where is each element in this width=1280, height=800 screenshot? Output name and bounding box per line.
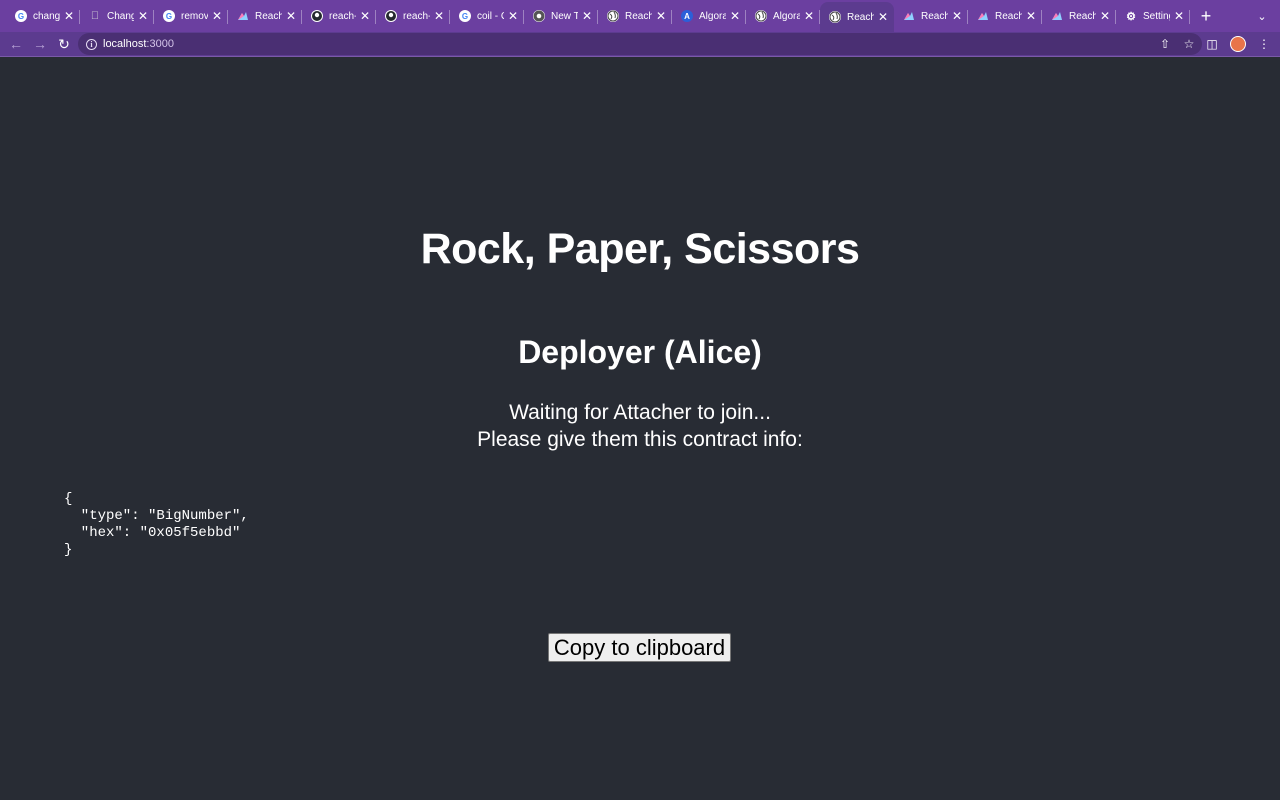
browser-tab[interactable]: Reach ✕ — [598, 2, 672, 30]
tab-title: Setting — [1143, 10, 1170, 22]
globe-icon — [607, 10, 619, 22]
tab-close-icon[interactable]: ✕ — [508, 10, 518, 22]
toolbar-right-actions: ◫ ⋮ — [1204, 32, 1272, 56]
google-icon: G — [459, 10, 471, 22]
tab-title: reach- — [329, 10, 356, 22]
browser-toolbar: ← → ↻ i localhost:3000 ⇧ ☆ ◫ ⋮ — [0, 32, 1280, 56]
tab-close-icon[interactable]: ✕ — [582, 10, 592, 22]
contract-info: { "type": "BigNumber", "hex": "0x05f5ebb… — [64, 491, 249, 558]
browser-tab[interactable]: reach- ✕ — [302, 2, 376, 30]
address-bar[interactable]: i localhost:3000 ⇧ ☆ — [78, 33, 1202, 55]
bookmark-star-icon[interactable]: ☆ — [1182, 37, 1196, 51]
status-message: Waiting for Attacher to join... Please g… — [0, 399, 1280, 453]
algorand-icon: A — [681, 10, 693, 22]
globe-icon — [829, 11, 841, 23]
tab-close-icon[interactable]: ✕ — [138, 10, 148, 22]
site-info-icon[interactable]: i — [86, 38, 97, 50]
browser-tab[interactable]: reach- ✕ — [376, 2, 450, 30]
tab-title: Reach — [995, 10, 1022, 22]
reach-icon — [977, 10, 989, 22]
tab-close-icon[interactable]: ✕ — [434, 10, 444, 22]
reload-button[interactable]: ↻ — [52, 32, 76, 56]
tab-list: Gchange✕Chang✕Gremove✕Reach✕reach-✕reac… — [0, 0, 1220, 32]
address-bar-actions: ⇧ ☆ — [1158, 33, 1196, 55]
google-icon: G — [163, 10, 175, 22]
tab-close-icon[interactable]: ✕ — [878, 11, 888, 23]
google-icon: G — [15, 10, 27, 22]
browser-tab[interactable]: A Algora ✕ — [672, 2, 746, 30]
copy-to-clipboard-button[interactable]: Copy to clipboard — [548, 633, 731, 662]
tab-title: New Ta — [551, 10, 578, 22]
browser-tab[interactable]: Gremove ✕ — [154, 2, 228, 30]
gear-icon: ⚙ — [1126, 10, 1136, 23]
back-button[interactable]: ← — [4, 32, 28, 56]
tab-close-icon[interactable]: ✕ — [730, 10, 740, 22]
profile-avatar[interactable] — [1230, 36, 1246, 52]
address-url[interactable]: localhost:3000 — [103, 38, 174, 50]
tab-close-icon[interactable]: ✕ — [360, 10, 370, 22]
tab-close-icon[interactable]: ✕ — [804, 10, 814, 22]
browser-tab[interactable]: Reach ✕ — [968, 2, 1042, 30]
browser-tab[interactable]: ⚙ Setting ✕ — [1116, 2, 1190, 30]
chrome-icon — [533, 10, 545, 22]
tab-title: Algora — [773, 10, 800, 22]
browser-tab[interactable]: Reach ✕ — [820, 2, 894, 32]
tab-title: Reach — [847, 11, 874, 23]
browser-tab[interactable]: Reach ✕ — [1042, 2, 1116, 30]
browser-tab[interactable]: Reach ✕ — [894, 2, 968, 30]
side-panel-icon[interactable]: ◫ — [1204, 37, 1220, 51]
tab-title: Reach — [625, 10, 652, 22]
url-port: :3000 — [146, 38, 174, 50]
reach-icon — [237, 10, 249, 22]
github-icon — [385, 10, 397, 22]
github-icon — [311, 10, 323, 22]
reach-icon — [1051, 10, 1063, 22]
share-icon[interactable]: ⇧ — [1158, 37, 1172, 51]
tab-title: change — [33, 10, 60, 22]
apple-icon:  — [89, 10, 101, 22]
tab-close-icon[interactable]: ✕ — [1100, 10, 1110, 22]
browser-tab[interactable]: Gcoil - G ✕ — [450, 2, 524, 30]
tab-title: Reach — [921, 10, 948, 22]
forward-button[interactable]: → — [28, 32, 52, 56]
page-content: Rock, Paper, Scissors Deployer (Alice) W… — [0, 57, 1280, 800]
menu-kebab-icon[interactable]: ⋮ — [1256, 37, 1272, 51]
tab-title: coil - G — [477, 10, 504, 22]
tab-close-icon[interactable]: ✕ — [1174, 10, 1184, 22]
browser-tab[interactable]:  Chang ✕ — [80, 2, 154, 30]
tab-title: Algora — [699, 10, 726, 22]
tab-close-icon[interactable]: ✕ — [952, 10, 962, 22]
tab-close-icon[interactable]: ✕ — [656, 10, 666, 22]
reach-icon — [903, 10, 915, 22]
browser-tab[interactable]: New Ta ✕ — [524, 2, 598, 30]
waiting-text: Waiting for Attacher to join... — [509, 401, 771, 424]
tab-search-chevron-icon[interactable]: ⌄ — [1252, 6, 1272, 26]
browser-tab[interactable]: Reach ✕ — [228, 2, 302, 30]
tab-strip: Gchange✕Chang✕Gremove✕Reach✕reach-✕reac… — [0, 0, 1280, 32]
tab-title: reach- — [403, 10, 430, 22]
browser-tab[interactable]: Gchange ✕ — [6, 2, 80, 30]
tab-close-icon[interactable]: ✕ — [64, 10, 74, 22]
new-tab-button[interactable]: + — [1192, 2, 1220, 30]
tab-close-icon[interactable]: ✕ — [1026, 10, 1036, 22]
tab-close-icon[interactable]: ✕ — [286, 10, 296, 22]
url-host: localhost — [103, 38, 147, 50]
tab-title: Reach — [255, 10, 282, 22]
instruction-text: Please give them this contract info: — [477, 428, 803, 451]
role-heading: Deployer (Alice) — [518, 334, 762, 370]
tab-title: remove — [181, 10, 208, 22]
tab-close-icon[interactable]: ✕ — [212, 10, 222, 22]
browser-tab[interactable]: Algora ✕ — [746, 2, 820, 30]
tab-title: Reach — [1069, 10, 1096, 22]
globe-icon — [755, 10, 767, 22]
page-title: Rock, Paper, Scissors — [420, 225, 860, 273]
tab-title: Chang — [107, 10, 134, 22]
